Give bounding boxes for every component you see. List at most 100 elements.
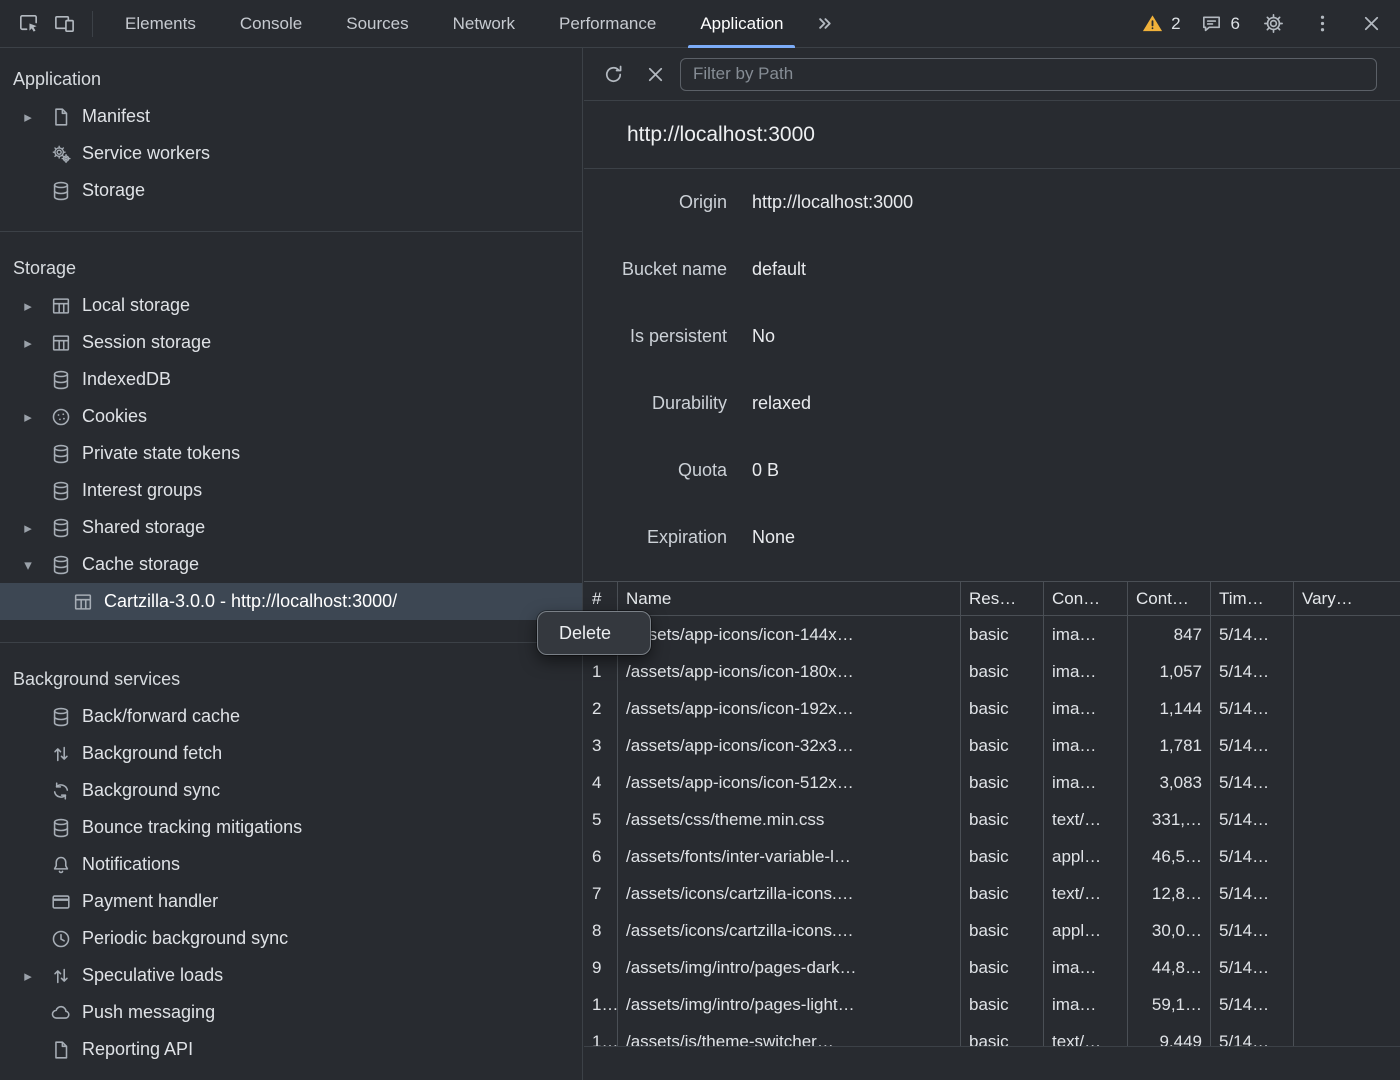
close-icon[interactable] — [1347, 6, 1396, 42]
document-icon — [49, 1038, 73, 1062]
sidebar-item-label: Bounce tracking mitigations — [82, 817, 302, 838]
sidebar-item-cookies[interactable]: ▸Cookies — [0, 398, 582, 435]
meta-label: Quota — [584, 460, 727, 481]
cache-entry-row[interactable]: 8/assets/icons/cartzilla-icons.…basicapp… — [584, 912, 1400, 949]
cell-response-type: basic — [961, 949, 1044, 986]
cell-content-length: 9,449 — [1128, 1023, 1211, 1046]
cache-entry-row[interactable]: 6/assets/fonts/inter-variable-l…basicapp… — [584, 838, 1400, 875]
cell-index: 6 — [584, 838, 618, 875]
device-toolbar-icon[interactable] — [46, 6, 82, 42]
cell-content-type: ima… — [1044, 616, 1128, 653]
sidebar-item-notifications[interactable]: Notifications — [0, 846, 582, 883]
cell-time-cached: 5/14… — [1211, 986, 1294, 1023]
column-header-vary-header[interactable]: Vary… — [1294, 582, 1400, 615]
cache-entry-row[interactable]: 5/assets/css/theme.min.cssbasictext/…331… — [584, 801, 1400, 838]
sidebar-item-label: IndexedDB — [82, 369, 171, 390]
cell-response-type: basic — [961, 801, 1044, 838]
messages-badge[interactable]: 6 — [1190, 6, 1249, 42]
column-header-content-length[interactable]: Cont… — [1128, 582, 1211, 615]
chevron-right-icon[interactable]: ▸ — [13, 519, 43, 537]
tab-elements[interactable]: Elements — [103, 0, 218, 48]
payment-card-icon — [49, 890, 73, 914]
cell-index: 9 — [584, 949, 618, 986]
tab-application[interactable]: Application — [678, 0, 805, 48]
chevron-down-icon[interactable]: ▾ — [13, 556, 43, 574]
sidebar-item-shared-storage[interactable]: ▸Shared storage — [0, 509, 582, 546]
cache-entry-row[interactable]: 9/assets/img/intro/pages-dark…basicima…4… — [584, 949, 1400, 986]
filter-input[interactable] — [680, 58, 1377, 91]
cache-entry-row[interactable]: 1…/assets/img/intro/pages-light…basicima… — [584, 986, 1400, 1023]
column-header-time-cached[interactable]: Tim… — [1211, 582, 1294, 615]
sidebar-item-interest-groups[interactable]: Interest groups — [0, 472, 582, 509]
sidebar-item-payment-handler[interactable]: Payment handler — [0, 883, 582, 920]
sidebar-item-back-forward-cache[interactable]: Back/forward cache — [0, 698, 582, 735]
document-icon — [49, 105, 73, 129]
sidebar-item-background-fetch[interactable]: Background fetch — [0, 735, 582, 772]
settings-gear-icon[interactable] — [1249, 6, 1298, 42]
cache-entry-row[interactable]: 2/assets/app-icons/icon-192x…basicima…1,… — [584, 690, 1400, 727]
sidebar-item-service-workers[interactable]: Service workers — [0, 135, 582, 172]
chevron-right-icon[interactable]: ▸ — [13, 297, 43, 315]
cell-content-length: 1,057 — [1128, 653, 1211, 690]
cache-entry-row[interactable]: 3/assets/app-icons/icon-32x3…basicima…1,… — [584, 727, 1400, 764]
tab-network[interactable]: Network — [431, 0, 537, 48]
sidebar-item-storage[interactable]: Storage — [0, 172, 582, 209]
sidebar-item-cache-storage[interactable]: ▾Cache storage — [0, 546, 582, 583]
clear-filter-icon[interactable] — [638, 56, 672, 92]
cache-entry-row[interactable]: 7/assets/icons/cartzilla-icons.…basictex… — [584, 875, 1400, 912]
kebab-menu-icon[interactable] — [1298, 6, 1347, 42]
cell-content-type: ima… — [1044, 986, 1128, 1023]
tab-console[interactable]: Console — [218, 0, 324, 48]
sidebar-item-bounce-tracking-mitigations[interactable]: Bounce tracking mitigations — [0, 809, 582, 846]
chevron-right-icon[interactable]: ▸ — [13, 967, 43, 985]
cache-entry-row[interactable]: 4/assets/app-icons/icon-512x…basicima…3,… — [584, 764, 1400, 801]
cell-index: 3 — [584, 727, 618, 764]
column-header-content-type[interactable]: Con… — [1044, 582, 1128, 615]
sidebar-item-push-messaging[interactable]: Push messaging — [0, 994, 582, 1031]
cell-response-type: basic — [961, 727, 1044, 764]
sidebar-item-speculative-loads[interactable]: ▸Speculative loads — [0, 957, 582, 994]
tab-overflow-button[interactable] — [805, 6, 841, 42]
database-icon — [49, 516, 73, 540]
sidebar-tree: Application▸ManifestService workersStora… — [0, 61, 582, 1068]
cell-name: /assets/app-icons/icon-512x… — [618, 764, 961, 801]
cache-entry-row[interactable]: 0/assets/app-icons/icon-144x…basicima…84… — [584, 616, 1400, 653]
sidebar-item-session-storage[interactable]: ▸Session storage — [0, 324, 582, 361]
column-header-response-type[interactable]: Res… — [961, 582, 1044, 615]
chevron-right-icon[interactable]: ▸ — [13, 108, 43, 126]
column-header-name[interactable]: Name — [618, 582, 961, 615]
warnings-badge[interactable]: 2 — [1130, 6, 1189, 42]
sidebar-item-manifest[interactable]: ▸Manifest — [0, 98, 582, 135]
chevron-right-icon[interactable]: ▸ — [13, 334, 43, 352]
database-icon — [49, 179, 73, 203]
tab-performance[interactable]: Performance — [537, 0, 678, 48]
sidebar-item-periodic-background-sync[interactable]: Periodic background sync — [0, 920, 582, 957]
cell-index: 1… — [584, 1023, 618, 1046]
cache-entry-row[interactable]: 1…/assets/js/theme-switcher…basictext/…9… — [584, 1023, 1400, 1046]
message-count: 6 — [1231, 14, 1240, 34]
sidebar-item-background-sync[interactable]: Background sync — [0, 772, 582, 809]
chevron-right-icon[interactable]: ▸ — [13, 408, 43, 426]
sidebar-item-local-storage[interactable]: ▸Local storage — [0, 287, 582, 324]
cell-name: /assets/app-icons/icon-32x3… — [618, 727, 961, 764]
cell-name: /assets/icons/cartzilla-icons.… — [618, 912, 961, 949]
refresh-icon[interactable] — [596, 56, 630, 92]
sidebar-item-cartzilla-3-0-0-http-localhost-3000[interactable]: Cartzilla-3.0.0 - http://localhost:3000/ — [0, 583, 582, 620]
chat-bubble-icon — [1199, 6, 1225, 42]
sidebar-item-reporting-api[interactable]: Reporting API — [0, 1031, 582, 1068]
sidebar-item-indexeddb[interactable]: IndexedDB — [0, 361, 582, 398]
fetch-arrows-icon — [49, 742, 73, 766]
inspect-icon[interactable] — [10, 6, 46, 42]
database-icon — [49, 368, 73, 392]
context-menu-delete[interactable]: Delete — [559, 623, 611, 644]
sidebar-item-private-state-tokens[interactable]: Private state tokens — [0, 435, 582, 472]
cache-entries-table: #NameRes…Con…Cont…Tim…Vary… 0/assets/app… — [584, 581, 1400, 1046]
cell-response-type: basic — [961, 875, 1044, 912]
tab-sources[interactable]: Sources — [324, 0, 430, 48]
cell-name: /assets/app-icons/icon-192x… — [618, 690, 961, 727]
cell-time-cached: 5/14… — [1211, 1023, 1294, 1046]
meta-value: None — [752, 527, 1400, 548]
cell-content-length: 1,781 — [1128, 727, 1211, 764]
cache-entry-row[interactable]: 1/assets/app-icons/icon-180x…basicima…1,… — [584, 653, 1400, 690]
cell-index: 2 — [584, 690, 618, 727]
